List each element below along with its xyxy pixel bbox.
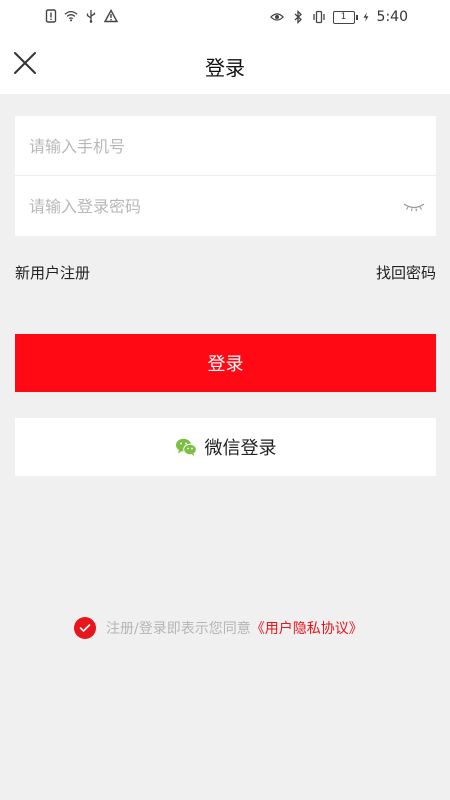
eye-comfort-icon (269, 13, 284, 21)
battery-indicator: 1 (332, 10, 358, 24)
phone-input[interactable] (27, 116, 391, 177)
eye-closed-icon[interactable] (402, 196, 426, 216)
wechat-button-label: 微信登录 (204, 438, 277, 459)
status-time: 5:40 (376, 9, 408, 25)
status-bar-right: 1 5:40 (269, 9, 408, 25)
wechat-login-button[interactable]: 微信登录 (15, 418, 436, 476)
page-title: 登录 (205, 56, 245, 80)
forgot-password-link[interactable]: 找回密码 (376, 262, 436, 283)
agreement-checkbox[interactable] (74, 617, 96, 639)
password-input[interactable] (27, 176, 391, 237)
login-button[interactable]: 登录 (15, 334, 436, 392)
sim-number: 1 (340, 11, 347, 22)
login-button-label: 登录 (207, 354, 244, 375)
agreement-text: 注册/登录即表示您同意 (106, 621, 251, 637)
wechat-icon (175, 438, 197, 456)
phone-field-row (15, 116, 436, 177)
usb-icon (86, 10, 96, 23)
bluetooth-icon (294, 10, 302, 24)
password-field-row (15, 176, 436, 237)
warning-icon (104, 9, 118, 23)
login-form (15, 116, 436, 237)
auth-links-row: 新用户注册 找回密码 (15, 262, 436, 286)
privacy-policy-link[interactable]: 《用户隐私协议》 (251, 621, 363, 637)
wifi-icon (64, 10, 78, 22)
top-nav-bar: 登录 (0, 34, 450, 94)
charging-icon (363, 12, 368, 22)
status-bar: 1 5:40 (0, 0, 450, 34)
status-bar-left (44, 9, 118, 23)
register-link[interactable]: 新用户注册 (15, 262, 90, 283)
agreement-row: 注册/登录即表示您同意《用户隐私协议》 (74, 617, 363, 639)
vibrate-icon (312, 10, 325, 24)
checkmark-icon (79, 624, 91, 632)
sim-alert-icon (45, 9, 57, 23)
